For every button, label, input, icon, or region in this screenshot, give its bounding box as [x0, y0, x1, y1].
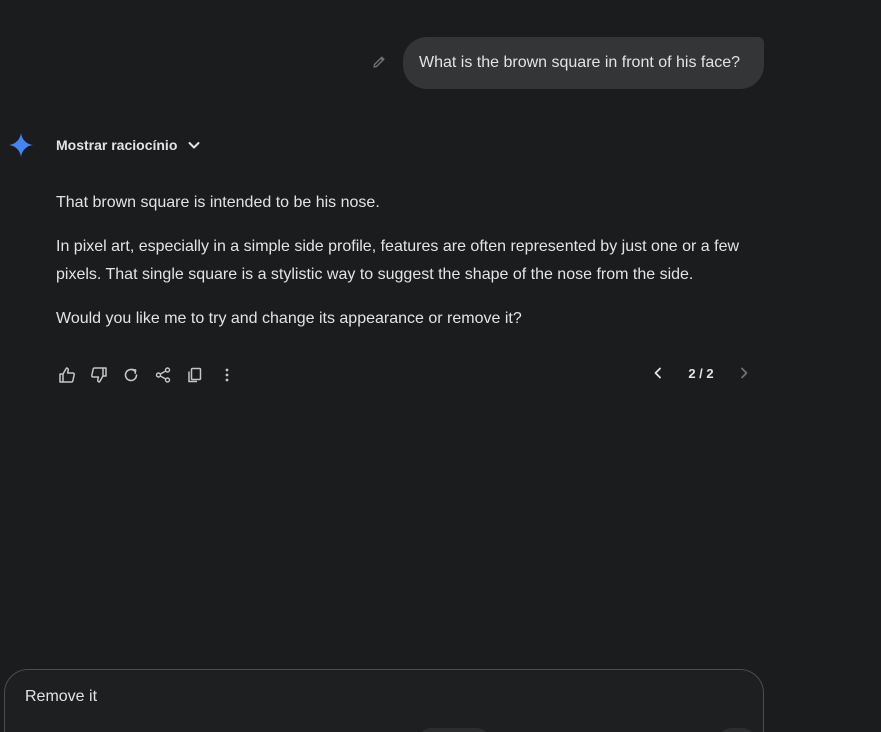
copy-button[interactable] [182, 362, 208, 388]
user-message-text: What is the brown square in front of his… [419, 54, 741, 71]
regenerate-icon [124, 368, 138, 382]
edit-prompt-button[interactable] [367, 50, 391, 74]
response-paragraph: In pixel art, especially in a simple sid… [56, 238, 740, 283]
response-body: That brown square is intended to be his … [56, 189, 766, 349]
chat-page: What is the brown square in front of his… [0, 0, 881, 732]
gemini-spark-icon [9, 133, 33, 157]
next-draft-button[interactable] [730, 360, 758, 386]
thumbs-down-button[interactable] [86, 362, 112, 388]
thumbs-up-button[interactable] [54, 362, 80, 388]
response-paragraph: That brown square is intended to be his … [56, 194, 380, 211]
share-icon [155, 367, 171, 383]
share-button[interactable] [150, 362, 176, 388]
draft-counter: 2 / 2 [688, 365, 714, 381]
more-options-button[interactable] [214, 362, 240, 388]
show-reasoning-label: Mostrar raciocínio [56, 137, 178, 153]
user-message-bubble: What is the brown square in front of his… [403, 37, 764, 89]
prompt-input-container [4, 669, 764, 732]
show-reasoning-toggle[interactable]: Mostrar raciocínio [56, 134, 201, 156]
response-actions [54, 362, 246, 388]
thumbs-up-icon [59, 367, 75, 383]
tools-button[interactable] [417, 728, 491, 732]
previous-draft-button[interactable] [644, 360, 672, 386]
response-paragraph: Would you like me to try and change its … [56, 310, 522, 327]
more-vert-icon [225, 368, 229, 382]
prompt-input[interactable] [25, 688, 725, 706]
chevron-left-icon [654, 367, 661, 379]
draft-pager: 2 / 2 [644, 360, 758, 386]
copy-icon [188, 367, 202, 383]
chevron-right-icon [741, 367, 748, 379]
chevron-down-icon [188, 142, 200, 149]
pencil-icon [373, 56, 385, 68]
regenerate-button[interactable] [118, 362, 144, 388]
thumbs-down-icon [91, 367, 107, 383]
send-button[interactable] [717, 728, 757, 732]
